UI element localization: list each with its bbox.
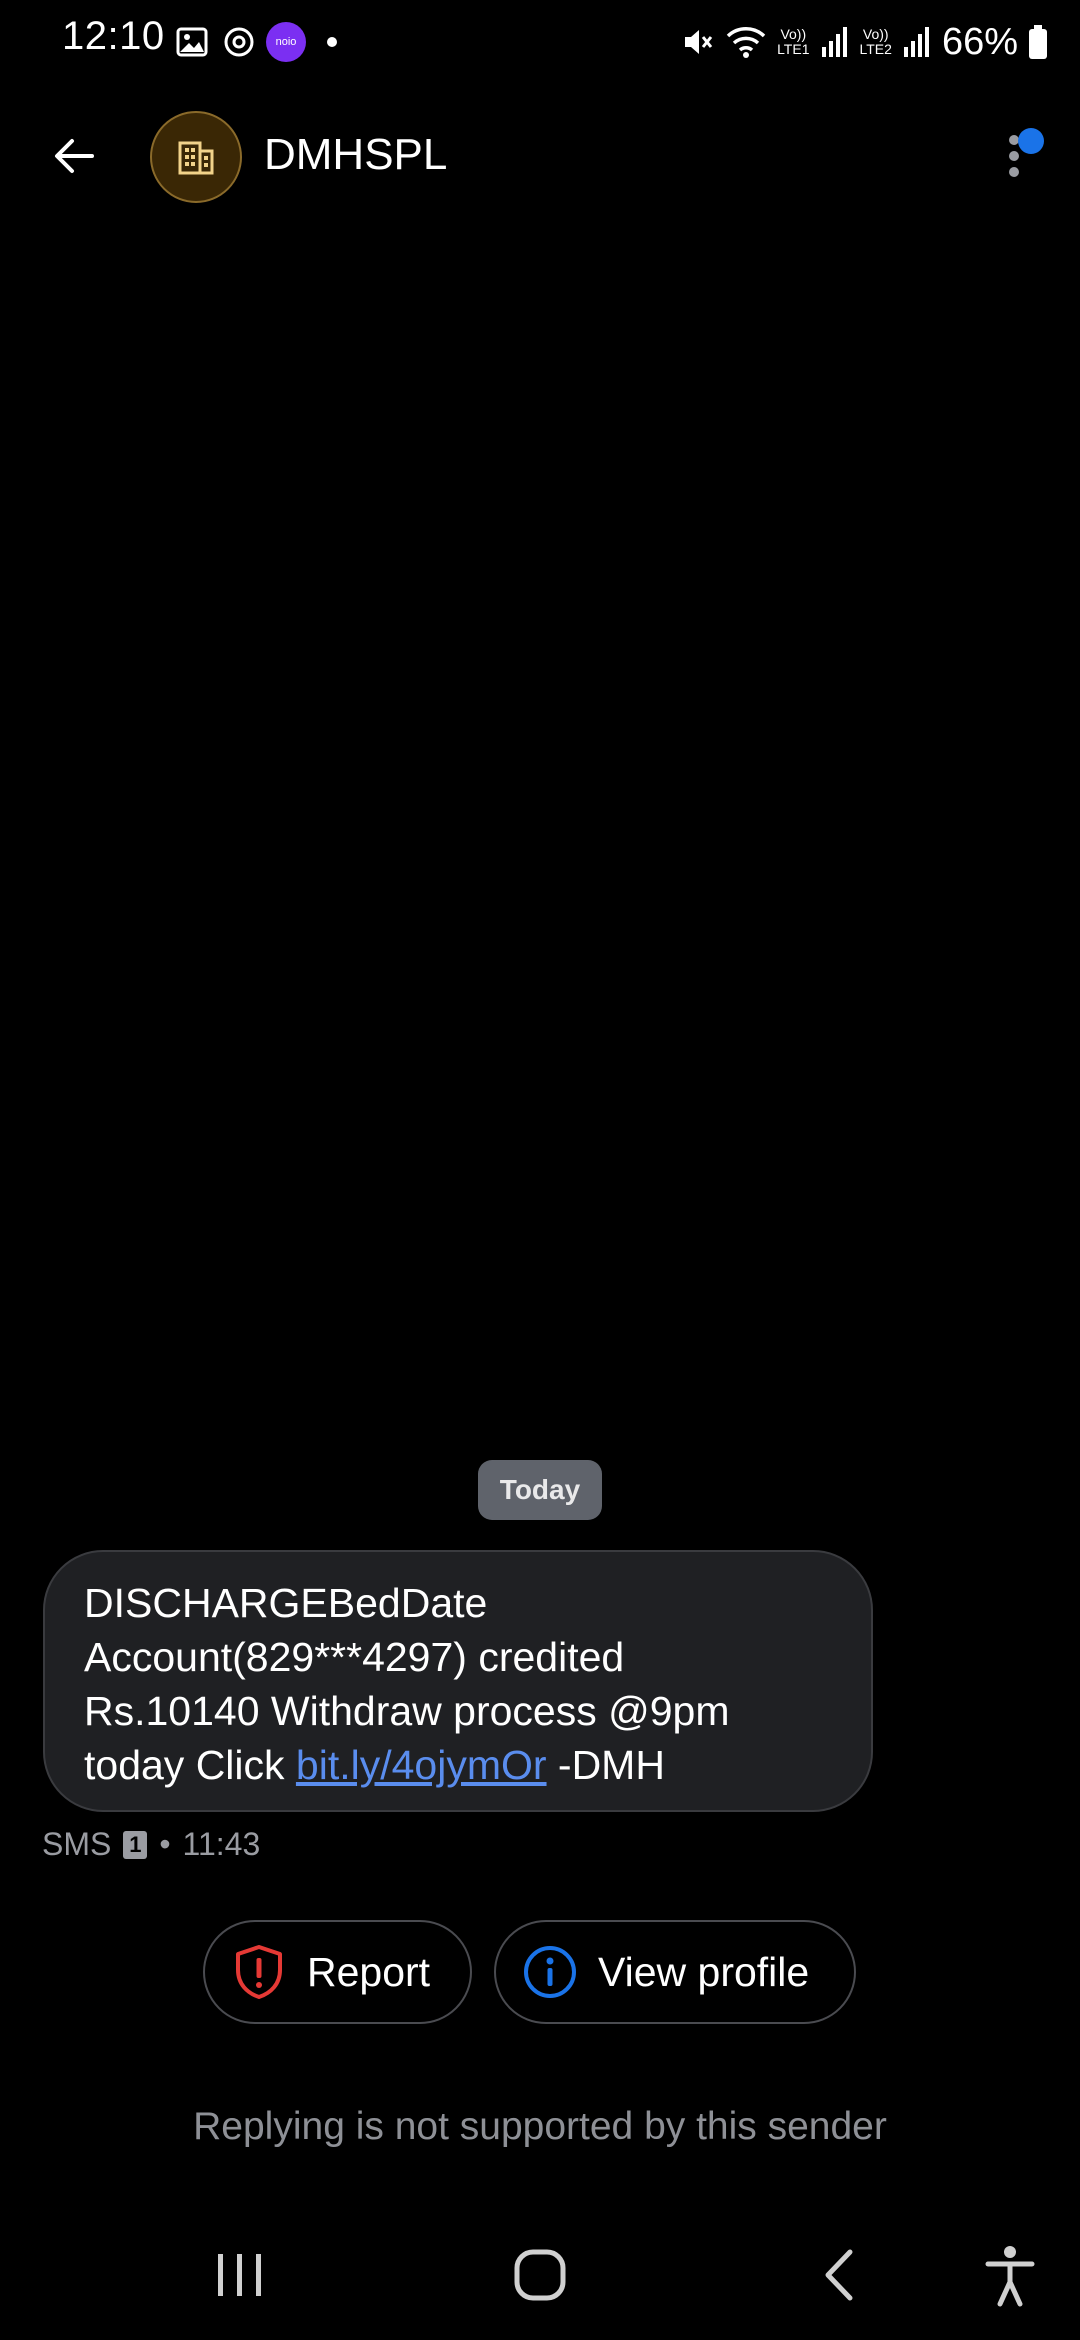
recents-button[interactable] bbox=[210, 2240, 270, 2310]
message-line: today Click bit.ly/4ojymOr -DMH bbox=[84, 1738, 864, 1792]
app-badge-label: noio bbox=[275, 36, 297, 48]
mute-icon bbox=[685, 30, 713, 54]
volte-lte2-icon: Vo)) LTE2 bbox=[860, 27, 892, 57]
sim-icon: 1 bbox=[123, 1830, 148, 1859]
wifi-icon bbox=[726, 27, 766, 58]
message-text-prefix: today Click bbox=[84, 1742, 296, 1788]
app-icon: noio bbox=[266, 22, 306, 62]
status-right-cluster: Vo)) LTE1 Vo)) LTE2 66% bbox=[681, 14, 1048, 70]
back-nav-button[interactable] bbox=[810, 2240, 870, 2310]
home-icon bbox=[514, 2249, 566, 2301]
signal-icon bbox=[903, 27, 929, 57]
home-button[interactable] bbox=[505, 2240, 575, 2310]
back-button[interactable] bbox=[42, 124, 106, 188]
message-time: 11:43 bbox=[182, 1826, 261, 1862]
report-label: Report bbox=[307, 1948, 431, 1995]
message-line: Account(829***4297) credited bbox=[84, 1634, 625, 1680]
status-time: 12:10 bbox=[62, 14, 165, 58]
battery-icon bbox=[1029, 25, 1047, 59]
chevron-left-icon bbox=[825, 2249, 853, 2301]
message-line: Rs.10140 Withdraw process @9pm bbox=[84, 1688, 730, 1734]
signal-icon bbox=[821, 27, 847, 57]
avatar[interactable] bbox=[150, 111, 242, 203]
message-text-suffix: -DMH bbox=[546, 1742, 665, 1788]
notification-dot-icon bbox=[1018, 128, 1044, 154]
status-bar: 12:10 noio Vo)) LTE1 Vo)) LTE2 66% bbox=[0, 0, 1080, 84]
message-text: DISCHARGEBedDate Account(829***4297) cre… bbox=[84, 1576, 864, 1792]
gallery-icon bbox=[176, 27, 208, 57]
volte-label: Vo)) bbox=[780, 26, 807, 42]
view-profile-label: View profile bbox=[598, 1948, 810, 1995]
lte1-label: LTE1 bbox=[777, 41, 810, 57]
accessibility-icon bbox=[985, 2246, 1035, 2307]
building-icon bbox=[178, 141, 214, 175]
volte-label: Vo)) bbox=[862, 26, 889, 42]
volte-lte1-icon: Vo)) LTE1 bbox=[777, 27, 809, 57]
lte2-label: LTE2 bbox=[859, 41, 892, 57]
message-line: DISCHARGEBedDate bbox=[84, 1580, 488, 1626]
view-profile-button[interactable]: View profile bbox=[494, 1920, 856, 2024]
conversation-title[interactable]: DMHSPL bbox=[264, 130, 447, 180]
shield-alert-icon bbox=[236, 1945, 282, 1999]
info-icon bbox=[524, 1946, 576, 1998]
accessibility-button[interactable] bbox=[980, 2240, 1040, 2310]
threads-icon bbox=[224, 27, 254, 57]
battery-percent: 66% bbox=[941, 20, 1018, 63]
dot-icon bbox=[327, 37, 337, 47]
report-button[interactable]: Report bbox=[203, 1920, 472, 2024]
message-type: SMS bbox=[42, 1826, 112, 1862]
message-meta: SMS 1 • 11:43 bbox=[42, 1826, 260, 1863]
message-link[interactable]: bit.ly/4ojymOr bbox=[296, 1742, 547, 1788]
reply-not-supported-note: Replying is not supported by this sender bbox=[193, 2105, 887, 2148]
recents-icon bbox=[218, 2254, 261, 2296]
meta-separator: • bbox=[159, 1826, 171, 1862]
arrow-left-icon bbox=[55, 139, 94, 173]
date-separator: Today bbox=[478, 1460, 602, 1520]
